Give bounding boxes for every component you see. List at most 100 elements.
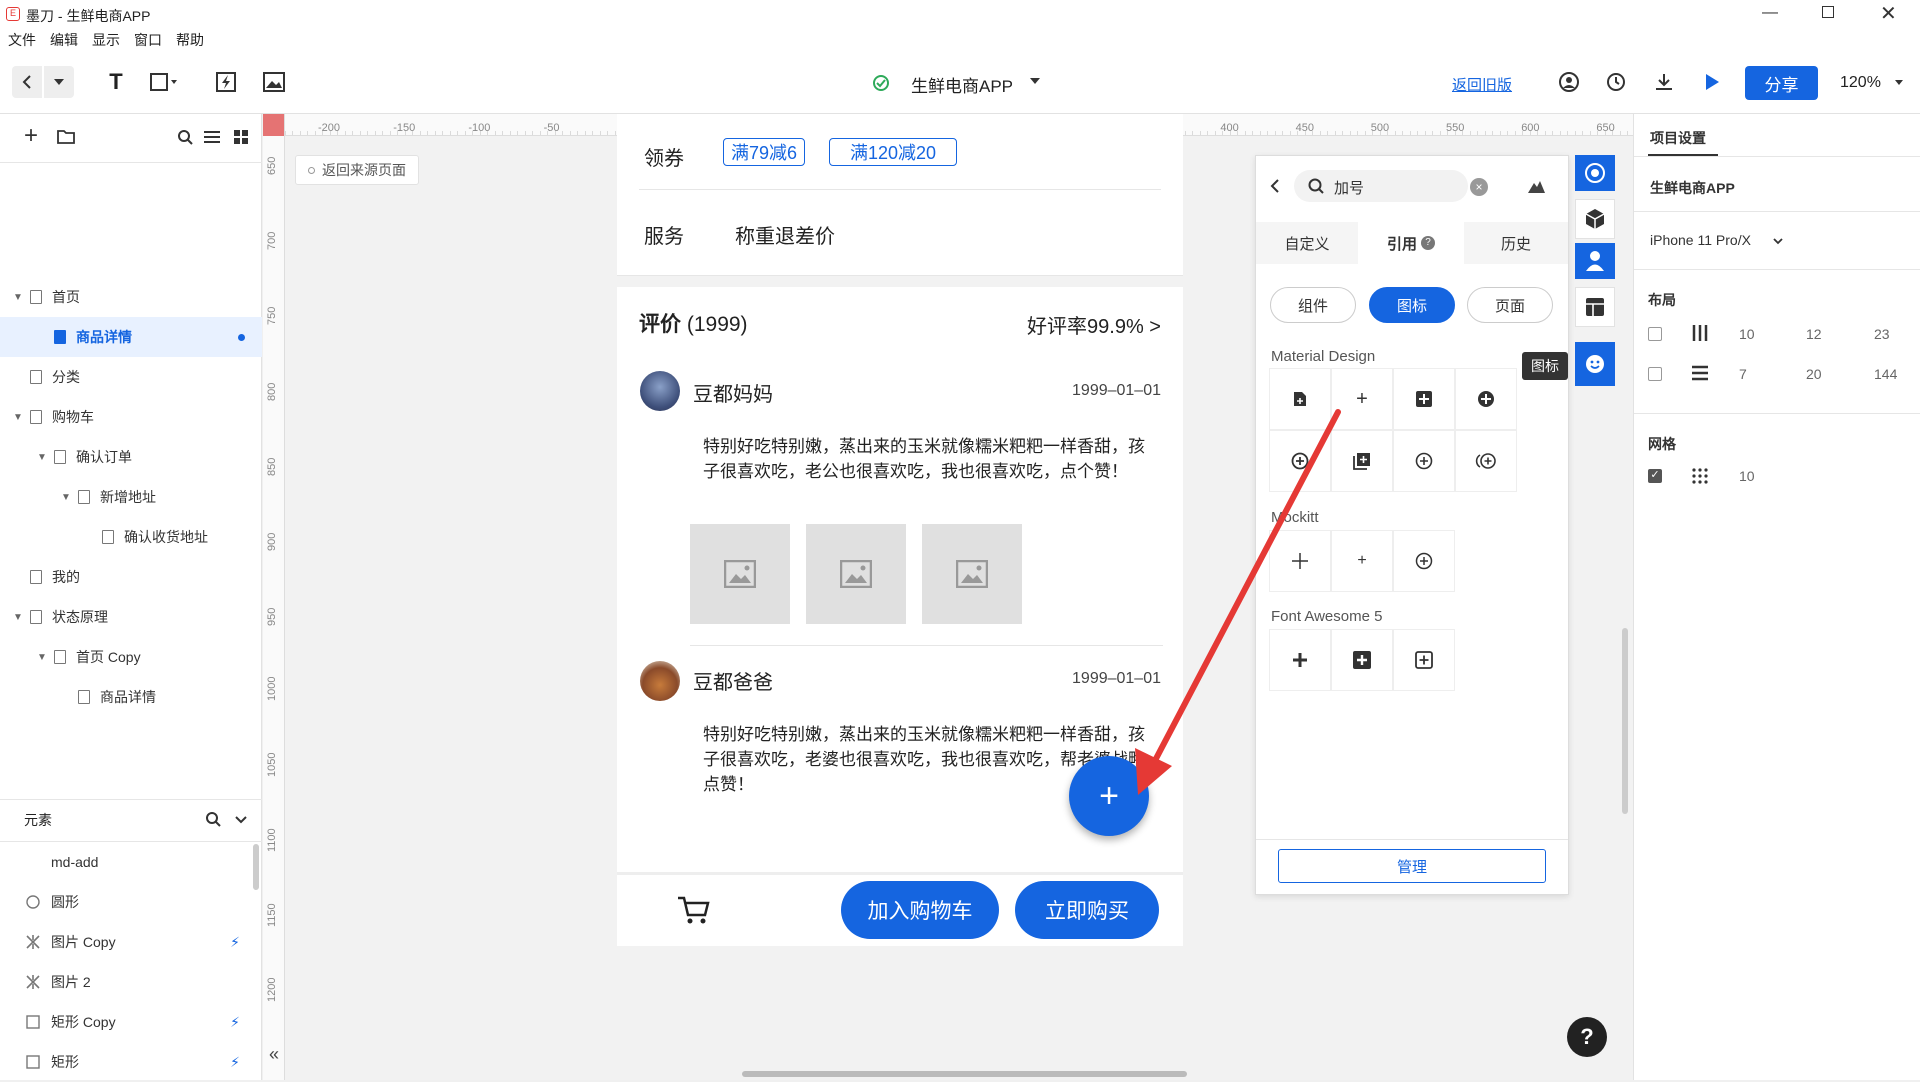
- grid-checkbox[interactable]: ✓: [1648, 469, 1662, 483]
- tab-history[interactable]: 历史: [1464, 222, 1568, 264]
- layout-value[interactable]: 23: [1874, 326, 1890, 342]
- md-add-circle-icon[interactable]: [1455, 368, 1517, 430]
- project-dropdown-icon[interactable]: [1030, 78, 1040, 84]
- page-tree-item[interactable]: ▼ 首页: [0, 277, 262, 317]
- help-button[interactable]: ?: [1567, 1017, 1607, 1057]
- shape-tool-icon[interactable]: [148, 66, 180, 98]
- review-image[interactable]: [690, 524, 790, 624]
- page-tree-item[interactable]: ▼ 首页 Copy: [0, 637, 262, 677]
- search-pages-icon[interactable]: [178, 130, 193, 145]
- coupon-tag[interactable]: 满79减6: [723, 138, 805, 166]
- emoji-icon[interactable]: [1575, 342, 1615, 386]
- canvas-vertical-scrollbar[interactable]: [1622, 628, 1628, 814]
- page-tree-item[interactable]: 分类: [0, 357, 262, 397]
- menu-view[interactable]: 显示: [92, 30, 120, 52]
- expand-arrow-icon[interactable]: ▼: [60, 492, 72, 503]
- back-icon[interactable]: [12, 66, 42, 98]
- collapse-left-panel-icon[interactable]: «: [269, 1044, 279, 1065]
- back-icon[interactable]: [1270, 178, 1280, 194]
- element-list-item[interactable]: 矩形 Copy ⚡: [0, 1002, 262, 1042]
- search-elements-icon[interactable]: [205, 811, 221, 827]
- layout-value[interactable]: 10: [1739, 326, 1755, 342]
- user-icon[interactable]: [1575, 243, 1615, 283]
- review-image[interactable]: [806, 524, 906, 624]
- md-add-box-icon[interactable]: [1393, 368, 1455, 430]
- menu-help[interactable]: 帮助: [176, 30, 204, 52]
- page-tree-item[interactable]: ▼ 新增地址: [0, 477, 262, 517]
- expand-arrow-icon[interactable]: ▼: [36, 652, 48, 663]
- page-tree-item[interactable]: ▼ 状态原理: [0, 597, 262, 637]
- page-tree-item[interactable]: 我的: [0, 557, 262, 597]
- preview-device-icon[interactable]: [1553, 66, 1585, 98]
- positive-rate-link[interactable]: 好评率99.9% >: [1027, 310, 1161, 339]
- clear-history-icon[interactable]: [1526, 177, 1546, 195]
- md-control-point-duplicate-icon[interactable]: [1455, 430, 1517, 492]
- download-icon[interactable]: [1648, 66, 1680, 98]
- layout-value[interactable]: 7: [1739, 366, 1747, 382]
- add-folder-icon[interactable]: [57, 130, 75, 144]
- coupon-tag[interactable]: 满120减20: [829, 138, 957, 166]
- grid-value[interactable]: 10: [1739, 468, 1755, 484]
- page-tree-item[interactable]: ▼ 购物车: [0, 397, 262, 437]
- element-list-item[interactable]: 圆形: [0, 882, 262, 922]
- menu-edit[interactable]: 编辑: [50, 30, 78, 52]
- md-library-add-icon[interactable]: [1331, 430, 1393, 492]
- cart-icon[interactable]: [677, 895, 711, 925]
- close-icon[interactable]: ✕: [1880, 1, 1897, 26]
- md-add-icon[interactable]: +: [1331, 368, 1393, 430]
- project-name[interactable]: 生鲜电商APP: [911, 72, 1013, 97]
- layout-rows-checkbox[interactable]: [1648, 367, 1662, 381]
- text-tool-icon[interactable]: T: [100, 66, 132, 98]
- play-icon[interactable]: [1696, 66, 1728, 98]
- layout-value[interactable]: 12: [1806, 326, 1822, 342]
- element-list-scrollbar[interactable]: [253, 844, 259, 890]
- add-page-icon[interactable]: +: [24, 124, 38, 148]
- element-list-item[interactable]: 图片 2: [0, 962, 262, 1002]
- tab-reference[interactable]: 引用?: [1358, 222, 1464, 264]
- device-select[interactable]: iPhone 11 Pro/X: [1650, 232, 1751, 248]
- menu-file[interactable]: 文件: [8, 30, 36, 52]
- layout-value[interactable]: 20: [1806, 366, 1822, 382]
- tab-custom[interactable]: 自定义: [1256, 222, 1358, 264]
- review-image[interactable]: [922, 524, 1022, 624]
- page-tree-item[interactable]: ▼ 确认订单: [0, 437, 262, 477]
- pill-pages[interactable]: 页面: [1467, 287, 1553, 323]
- back-to-source-button[interactable]: 返回来源页面: [295, 155, 419, 185]
- canvas-horizontal-scrollbar[interactable]: [742, 1071, 1187, 1077]
- pill-icons[interactable]: 图标: [1369, 287, 1455, 323]
- page-tree-item[interactable]: 确认收货地址: [0, 517, 262, 557]
- share-button[interactable]: 分享: [1745, 66, 1818, 100]
- expand-arrow-icon[interactable]: ▼: [12, 412, 24, 423]
- icon-search-input[interactable]: 加号 ×: [1294, 170, 1488, 202]
- add-to-cart-button[interactable]: 加入购物车: [841, 881, 999, 939]
- mk-plus-small-icon[interactable]: +: [1331, 530, 1393, 592]
- zoom-level[interactable]: 120%: [1840, 74, 1881, 92]
- collapse-elements-icon[interactable]: [235, 816, 247, 824]
- chevron-down-icon[interactable]: [1773, 238, 1783, 245]
- image-tool-icon[interactable]: [258, 66, 290, 98]
- md-add-circle-outline-icon[interactable]: [1269, 430, 1331, 492]
- mk-plus-icon[interactable]: [1269, 530, 1331, 592]
- layout-value[interactable]: 144: [1874, 366, 1897, 382]
- old-version-link[interactable]: 返回旧版: [1452, 74, 1512, 95]
- maximize-icon[interactable]: [1822, 6, 1834, 18]
- element-list-item[interactable]: 矩形 ⚡: [0, 1042, 262, 1082]
- add-fab[interactable]: +: [1069, 756, 1149, 836]
- page-tree-item[interactable]: 商品详情: [0, 677, 262, 717]
- element-list-item[interactable]: 图片 Copy ⚡: [0, 922, 262, 962]
- md-control-point-icon[interactable]: [1393, 430, 1455, 492]
- mk-plus-circle-icon[interactable]: [1393, 530, 1455, 592]
- minimize-icon[interactable]: —: [1762, 4, 1778, 22]
- manage-button[interactable]: 管理: [1278, 849, 1546, 883]
- zoom-dropdown-icon[interactable]: [1895, 80, 1903, 85]
- cube-icon[interactable]: [1575, 199, 1615, 239]
- interaction-tool-icon[interactable]: [210, 66, 242, 98]
- fa-plus-square-icon[interactable]: [1331, 629, 1393, 691]
- history-dropdown-icon[interactable]: [44, 66, 74, 98]
- layout-columns-checkbox[interactable]: [1648, 327, 1662, 341]
- expand-arrow-icon[interactable]: ▼: [36, 452, 48, 463]
- md-note-add-icon[interactable]: [1269, 368, 1331, 430]
- pill-components[interactable]: 组件: [1270, 287, 1356, 323]
- template-icon[interactable]: [1575, 287, 1615, 327]
- clear-search-icon[interactable]: ×: [1470, 178, 1488, 196]
